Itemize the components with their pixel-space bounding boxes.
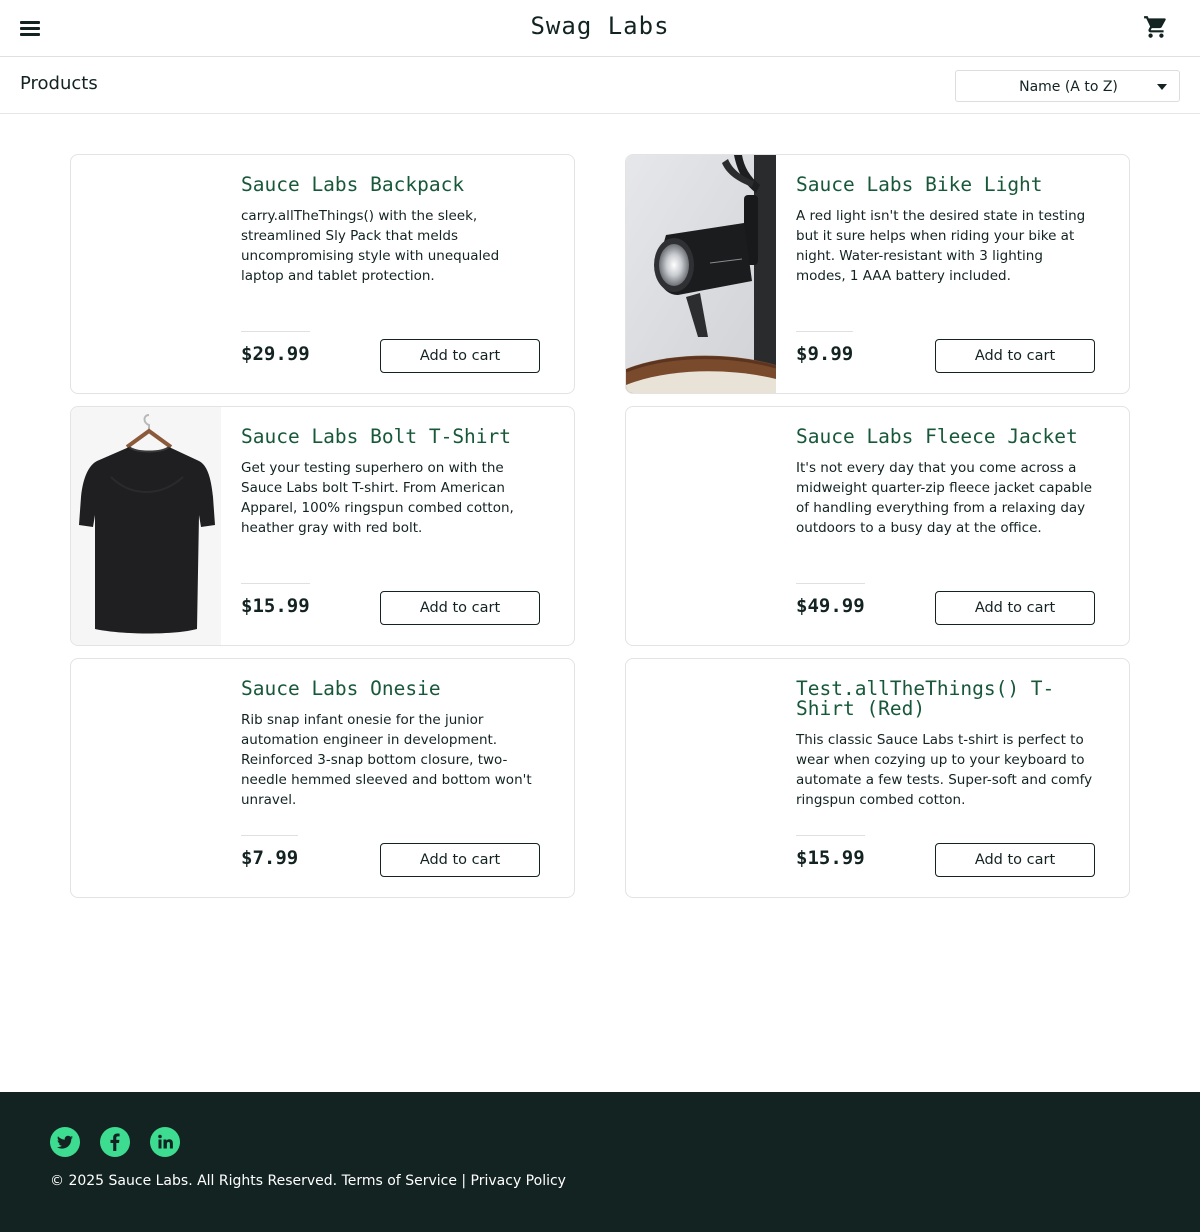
- add-to-cart-button[interactable]: Add to cart: [380, 843, 540, 877]
- app-logo: Swag Labs: [530, 12, 670, 40]
- inventory-item: Sauce Labs Bike Light A red light isn't …: [625, 154, 1130, 394]
- product-description: It's not every day that you come across …: [796, 460, 1093, 536]
- product-description: Get your testing superhero on with the S…: [241, 460, 514, 536]
- footer-copyright: © 2025 Sauce Labs. All Rights Reserved. …: [50, 1173, 566, 1189]
- product-description: A red light isn't the desired state in t…: [796, 208, 1086, 284]
- product-name[interactable]: Sauce Labs Bolt T-Shirt: [241, 427, 541, 447]
- caret-down-icon: [1157, 84, 1167, 90]
- product-price: $29.99: [241, 343, 310, 365]
- sort-selected-value: Name (A to Z): [1019, 79, 1118, 95]
- product-name[interactable]: Sauce Labs Backpack: [241, 175, 541, 195]
- product-image[interactable]: [626, 155, 776, 393]
- inventory-item: Sauce Labs Backpack carry.allTheThings()…: [70, 154, 575, 394]
- product-image[interactable]: [71, 407, 221, 645]
- secondary-header: Products Name (A to Z): [0, 57, 1200, 114]
- shopping-cart-icon[interactable]: [1143, 14, 1169, 40]
- product-image[interactable]: [71, 659, 221, 897]
- product-description: This classic Sauce Labs t-shirt is perfe…: [796, 732, 1093, 808]
- product-image[interactable]: [71, 155, 221, 393]
- add-to-cart-button[interactable]: Add to cart: [380, 591, 540, 625]
- product-image[interactable]: [626, 659, 776, 897]
- inventory-item: Sauce Labs Bolt T-Shirt Get your testing…: [70, 406, 575, 646]
- product-price: $15.99: [241, 595, 310, 617]
- inventory-item: Sauce Labs Onesie Rib snap infant onesie…: [70, 658, 575, 898]
- product-image[interactable]: [626, 407, 776, 645]
- add-to-cart-button[interactable]: Add to cart: [935, 339, 1095, 373]
- inventory-item: Test.allTheThings() T-Shirt (Red) This c…: [625, 658, 1130, 898]
- product-price: $15.99: [796, 847, 865, 869]
- product-description: carry.allTheThings() with the sleek, str…: [241, 208, 500, 284]
- product-price: $49.99: [796, 595, 865, 617]
- inventory-item: Sauce Labs Fleece Jacket It's not every …: [625, 406, 1130, 646]
- twitter-icon[interactable]: [50, 1127, 80, 1157]
- hamburger-menu-icon[interactable]: [20, 19, 40, 37]
- product-description: Rib snap infant onesie for the junior au…: [241, 712, 532, 808]
- product-name[interactable]: Sauce Labs Bike Light: [796, 175, 1096, 195]
- add-to-cart-button[interactable]: Add to cart: [380, 339, 540, 373]
- page-title: Products: [20, 73, 98, 94]
- product-name[interactable]: Sauce Labs Onesie: [241, 679, 541, 699]
- product-price: $9.99: [796, 343, 854, 365]
- product-name[interactable]: Test.allTheThings() T-Shirt (Red): [796, 679, 1076, 719]
- footer: © 2025 Sauce Labs. All Rights Reserved. …: [0, 1092, 1200, 1232]
- product-name[interactable]: Sauce Labs Fleece Jacket: [796, 427, 1096, 447]
- primary-header: Swag Labs: [0, 0, 1200, 57]
- sort-select[interactable]: Name (A to Z): [955, 70, 1180, 102]
- facebook-icon[interactable]: [100, 1127, 130, 1157]
- add-to-cart-button[interactable]: Add to cart: [935, 843, 1095, 877]
- product-price: $7.99: [241, 847, 299, 869]
- linkedin-icon[interactable]: [150, 1127, 180, 1157]
- add-to-cart-button[interactable]: Add to cart: [935, 591, 1095, 625]
